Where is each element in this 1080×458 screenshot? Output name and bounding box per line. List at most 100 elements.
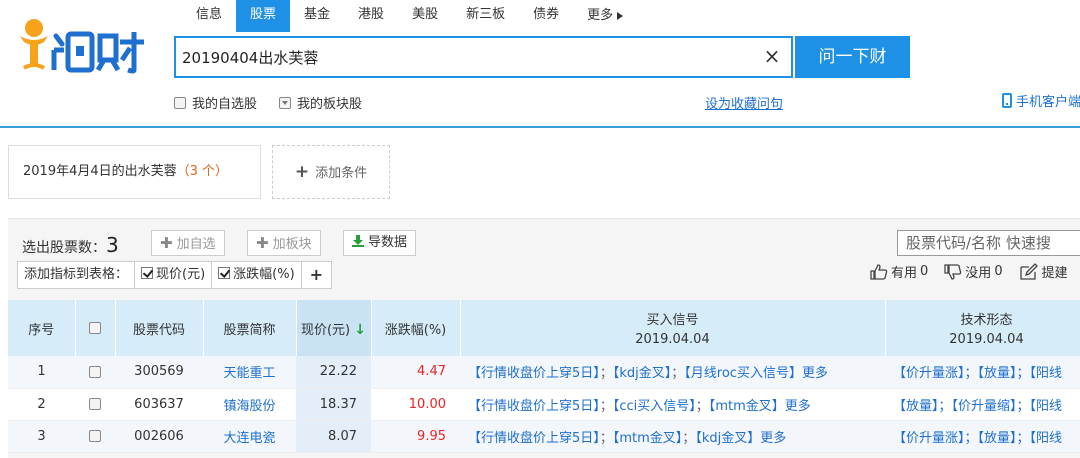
signal-tag[interactable]: 【kdj金叉】 [613, 366, 671, 381]
nav-item-more[interactable]: 更多 [573, 0, 637, 32]
add-block-button[interactable]: ✚ 加板块 [247, 230, 321, 256]
row-checkbox[interactable] [89, 366, 101, 378]
my-stocks-checkbox[interactable] [174, 97, 186, 109]
caret-right-icon [617, 12, 623, 20]
cell-buy-signal: 【行情收盘价上穿5日】；【mtm金叉】；【kdj金叉】更多 [460, 420, 885, 452]
cell-buy-signal: 【行情收盘价上穿5日】；【kdj金叉】；【月线roc买入信号】更多 [460, 356, 885, 388]
signal-tag[interactable]: 【行情收盘价上穿5日】 [468, 399, 600, 414]
signal-tag[interactable]: 【行情收盘价上穿5日】 [468, 431, 600, 446]
signal-tag[interactable]: 【cci买入信号】 [613, 399, 696, 414]
indicator-price-toggle[interactable]: 现价(元) [135, 262, 212, 288]
separator: ； [682, 431, 695, 446]
checkbox-checked-icon [141, 267, 153, 279]
nav-item-funds[interactable]: 基金 [290, 0, 344, 32]
thumbs-up-icon [870, 264, 888, 280]
nav-item-hk-stocks[interactable]: 港股 [344, 0, 398, 32]
cell-code: 603637 [115, 388, 203, 420]
nav-item-stocks[interactable]: 股票 [236, 0, 290, 32]
more-link[interactable]: 更多 [785, 399, 811, 414]
useless-button[interactable]: 没用 0 [944, 262, 1002, 281]
price-header-label: 现价(元) [301, 323, 350, 338]
useful-button[interactable]: 有用 0 [870, 262, 928, 281]
row-checkbox[interactable] [89, 398, 101, 410]
header: 信息 股票 基金 港股 美股 新三板 债券 更多 × 问一下财 我的自选股 我的… [0, 0, 1080, 128]
result-label-text: 选出股票数： [22, 240, 106, 256]
mobile-client-link[interactable]: 手机客户端 [1002, 91, 1080, 110]
result-count-label: 选出股票数：3 [22, 233, 119, 257]
table-row: 1 300569 天能重工 22.22 4.47 【行情收盘价上穿5日】；【kd… [8, 356, 1080, 388]
useful-count: 0 [920, 264, 928, 279]
top-nav: 信息 股票 基金 港股 美股 新三板 债券 更多 [182, 0, 637, 32]
useless-count: 0 [994, 264, 1002, 279]
col-header-tech[interactable]: 技术形态2019.04.04 [885, 300, 1080, 356]
add-watchlist-button[interactable]: ✚加自选 [151, 230, 225, 256]
cell-tech: 【价升量涨】；【放量】；【阳线 [885, 420, 1080, 452]
more-link[interactable]: 更多 [760, 431, 786, 446]
indicator-price-label: 现价(元) [156, 267, 205, 282]
select-all-checkbox[interactable] [89, 322, 101, 334]
nav-item-bonds[interactable]: 债券 [519, 0, 573, 32]
cell-select [75, 420, 115, 452]
cell-change: 4.47 [371, 356, 460, 388]
cell-name-link[interactable]: 天能重工 [203, 356, 296, 388]
col-header-name[interactable]: 股票简称 [203, 300, 296, 356]
my-stocks-label: 我的自选股 [192, 93, 257, 112]
suggest-label: 提建 [1042, 262, 1068, 281]
nav-item-us-stocks[interactable]: 美股 [398, 0, 452, 32]
row-checkbox[interactable] [89, 430, 101, 442]
iwencai-logo[interactable] [16, 14, 148, 74]
signal-tag[interactable]: 【行情收盘价上穿5日】 [468, 366, 600, 381]
search-box: × [174, 36, 793, 78]
add-block-label: 加板块 [273, 237, 312, 252]
nav-more-label: 更多 [587, 1, 613, 31]
col-header-price[interactable]: 现价(元) ↓ [296, 300, 371, 356]
favorite-link[interactable]: 设为收藏问句 [705, 93, 783, 112]
plus-icon: ✚ [160, 234, 173, 252]
col-header-select [75, 300, 115, 356]
table-header-row: 序号 股票代码 股票简称 现价(元) ↓ 涨跌幅(%) 买入信号2019.04.… [8, 300, 1080, 356]
nav-item-neeq[interactable]: 新三板 [452, 0, 519, 32]
cell-index: 3 [8, 420, 75, 452]
export-data-button[interactable]: 导数据 [343, 230, 416, 256]
search-button[interactable]: 问一下财 [795, 36, 910, 78]
condition-chip[interactable]: 2019年4月4日的出水芙蓉（3 个） [8, 145, 261, 199]
plus-icon: + [295, 162, 309, 182]
buy-signal-header-date: 2019.04.04 [461, 332, 885, 347]
col-header-code[interactable]: 股票代码 [115, 300, 203, 356]
table-row: 2 603637 镇海股份 18.37 10.00 【行情收盘价上穿5日】；【c… [8, 388, 1080, 420]
suggest-button[interactable]: 提建 [1019, 262, 1068, 281]
feedback-bar: 有用 0 没用 0 提建 [870, 262, 1068, 281]
cell-code: 300569 [115, 356, 203, 388]
cell-tech: 【放量】；【价升量缩】；【阳线 [885, 388, 1080, 420]
signal-tag[interactable]: 【mtm金叉】 [709, 399, 785, 414]
useless-label: 没用 [965, 262, 991, 281]
cell-select [75, 356, 115, 388]
result-count: 3 [106, 233, 119, 257]
sort-down-icon: ↓ [354, 322, 366, 338]
cell-index: 1 [8, 356, 75, 388]
stock-quick-search-input[interactable]: 股票代码/名称 快速搜 [897, 230, 1080, 256]
col-header-change[interactable]: 涨跌幅(%) [371, 300, 460, 356]
indicator-change-toggle[interactable]: 涨跌幅(%) [212, 262, 302, 288]
signal-tag[interactable]: 【kdj金叉】 [695, 431, 760, 446]
clear-icon[interactable]: × [763, 47, 781, 65]
indicator-row: 添加指标到表格： 现价(元) 涨跌幅(%) + [17, 261, 332, 289]
nav-item-info[interactable]: 信息 [182, 0, 236, 32]
more-link[interactable]: 更多 [802, 366, 828, 381]
signal-tag[interactable]: 【mtm金叉】 [613, 431, 682, 446]
cell-name-link[interactable]: 大连电瓷 [203, 420, 296, 452]
cell-price: 22.22 [296, 356, 371, 388]
search-input[interactable] [182, 38, 762, 76]
col-header-buy-signal[interactable]: 买入信号2019.04.04 [460, 300, 885, 356]
thumbs-down-icon [944, 264, 962, 280]
cell-name-link[interactable]: 镇海股份 [203, 388, 296, 420]
plus-icon: ✚ [256, 234, 269, 252]
export-label: 导数据 [368, 235, 407, 250]
my-blocks-checkbox[interactable] [279, 97, 291, 109]
add-condition-button[interactable]: +添加条件 [272, 145, 390, 199]
add-indicator-button[interactable]: + [302, 262, 331, 288]
signal-tag[interactable]: 【月线roc买入信号】 [684, 366, 802, 381]
indicator-change-label: 涨跌幅(%) [233, 267, 295, 282]
cell-change: 9.95 [371, 420, 460, 452]
cell-index: 2 [8, 388, 75, 420]
